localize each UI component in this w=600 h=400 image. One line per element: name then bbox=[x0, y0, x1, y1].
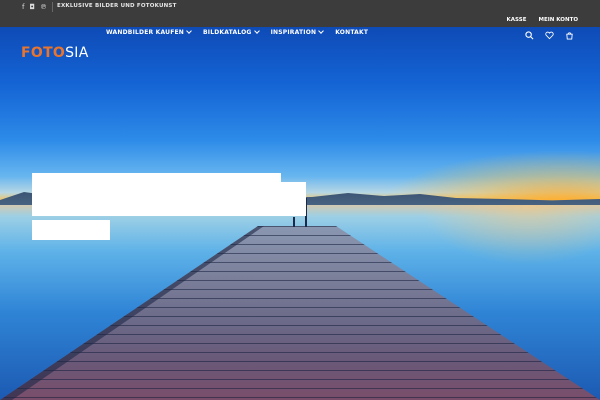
nav-item-label: BILDKATALOG bbox=[203, 29, 252, 36]
nav-item-kontakt[interactable]: KONTAKT bbox=[335, 29, 368, 36]
nav-item-bildkatalog[interactable]: BILDKATALOG bbox=[203, 28, 260, 36]
nav-item-wandbilder-kaufen[interactable]: WANDBILDER KAUFEN bbox=[106, 28, 192, 36]
chevron-down-icon bbox=[318, 28, 325, 34]
nav-item-label: INSPIRATION bbox=[270, 29, 317, 36]
nav-item-inspiration[interactable]: INSPIRATION bbox=[270, 28, 325, 36]
my-account-link[interactable]: MEIN KONTO bbox=[538, 17, 578, 23]
topbar-divider bbox=[52, 2, 53, 12]
nav-item-label: WANDBILDER KAUFEN bbox=[106, 29, 185, 36]
instagram-icon[interactable]: ◘ bbox=[29, 3, 35, 11]
nav-item-label: KONTAKT bbox=[335, 29, 369, 36]
lake-reflection bbox=[420, 205, 600, 265]
main-nav: WANDBILDER KAUFEN BILDKATALOG INSPIRATIO… bbox=[106, 28, 368, 36]
pier-post bbox=[293, 217, 295, 227]
cart-icon[interactable] bbox=[565, 31, 574, 40]
site-logo[interactable]: FOTOSIA bbox=[21, 45, 89, 61]
logo-part-foto: FOTO bbox=[21, 45, 66, 61]
hero-cta-button[interactable] bbox=[32, 220, 110, 240]
social-links: f ◘ ℗ bbox=[22, 3, 47, 11]
pinterest-icon[interactable]: ℗ bbox=[40, 3, 47, 11]
heart-icon[interactable] bbox=[545, 31, 554, 40]
checkout-link[interactable]: KASSE bbox=[507, 17, 527, 23]
topbar-tagline: EXKLUSIVE BILDER UND FOTOKUNST bbox=[57, 3, 177, 9]
logo-part-sia: SIA bbox=[65, 45, 89, 61]
search-icon[interactable] bbox=[525, 31, 534, 40]
account-links: KASSE MEIN KONTO bbox=[507, 17, 578, 23]
header-actions bbox=[525, 31, 574, 40]
top-bar: f ◘ ℗ EXKLUSIVE BILDER UND FOTOKUNST KAS… bbox=[0, 0, 600, 27]
chevron-down-icon bbox=[186, 28, 192, 34]
hero-subheading-block bbox=[32, 182, 306, 216]
facebook-icon[interactable]: f bbox=[22, 3, 24, 11]
chevron-down-icon bbox=[253, 28, 260, 34]
